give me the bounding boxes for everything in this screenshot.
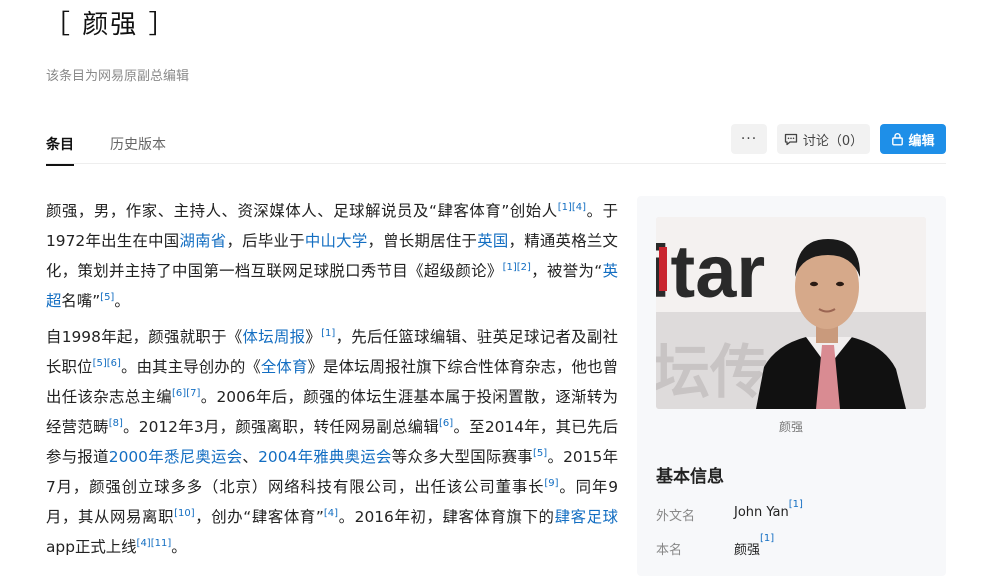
portrait-photo[interactable]: itar 坛传 (656, 217, 926, 409)
citation[interactable]: [4] (137, 538, 151, 549)
text-span: ，被誉为“ (530, 262, 603, 280)
citation[interactable]: [1] (558, 202, 572, 213)
text-span: ，后毕业于 (226, 232, 305, 250)
citation[interactable]: [6] (172, 388, 186, 399)
info-value: 颜强 (734, 543, 761, 558)
link-athens-olympics[interactable]: 2004年雅典奥运会 (258, 448, 392, 466)
citation[interactable]: [4] (572, 202, 586, 213)
page-subtitle: 该条目为网易原副总编辑 (46, 69, 190, 84)
edit-label: 编辑 (908, 133, 935, 149)
citation[interactable]: [2] (517, 262, 531, 273)
citation[interactable]: [5] (533, 448, 547, 459)
discuss-label: 讨论（0） (802, 133, 864, 149)
link-all-sports[interactable]: 全体育 (261, 358, 308, 376)
photo-caption: 颜强 (778, 420, 803, 434)
text-span: 自1998年起，颜强就职于《 (46, 328, 243, 346)
info-key: 本名 (656, 543, 683, 558)
info-row-foreign-name: 外文名 John Yan [1] (656, 500, 803, 525)
more-button[interactable]: ··· (731, 124, 767, 154)
link-uk[interactable]: 英国 (477, 232, 508, 250)
citation[interactable]: [5] (93, 358, 107, 369)
backdrop-logo-text-2: 坛传 (656, 338, 768, 406)
text-span: 。2012年3月，颜强离职，转任网易副总编辑 (122, 418, 440, 436)
citation[interactable]: [8] (109, 418, 123, 429)
text-span: 、 (242, 448, 259, 466)
page-title: ［ 颜强 ］ (44, 10, 177, 40)
edit-button[interactable]: 编辑 (880, 124, 946, 154)
citation[interactable]: [1] (760, 534, 774, 558)
text-span: app正式上线 (46, 538, 137, 556)
citation[interactable]: [1] (503, 262, 517, 273)
info-value: John Yan (734, 505, 789, 520)
info-row-real-name: 本名 颜强 [1] (656, 534, 774, 559)
speech-bubble-icon (784, 133, 798, 145)
text-span: 。由其主导创办的《 (120, 358, 261, 376)
citation[interactable]: [6] (107, 358, 121, 369)
article-body: 颜强，男，作家、主持人、资深媒体人、足球解说员及“肆客体育”创始人[1][4]。… (46, 196, 618, 568)
citation[interactable]: [5] (100, 292, 114, 303)
text-span: ，创办“肆客体育” (194, 508, 324, 526)
text-span: ，曾长期居住于 (367, 232, 478, 250)
citation[interactable]: [9] (544, 478, 558, 489)
text-span: 》 (305, 328, 322, 346)
link-sysu[interactable]: 中山大学 (305, 232, 368, 250)
citation[interactable]: [7] (186, 388, 200, 399)
text-span: 颜强，男，作家、主持人、资深媒体人、足球解说员及“肆客体育”创始人 (46, 202, 558, 220)
citation[interactable]: [11] (151, 538, 172, 549)
link-4k-football[interactable]: 肆客足球 (555, 508, 618, 526)
lock-icon (892, 133, 904, 146)
text-span: 。 (114, 292, 130, 310)
text-span: 名嘴” (61, 292, 101, 310)
info-key: 外文名 (656, 509, 696, 524)
paragraph-career: 自1998年起，颜强就职于《体坛周报》[1]，先后任篮球编辑、驻英足球记者及副社… (46, 322, 618, 562)
citation[interactable]: [1] (321, 328, 335, 339)
citation[interactable]: [1] (789, 500, 803, 524)
tab-bar: 条目 历史版本 (46, 134, 166, 166)
discuss-button[interactable]: 讨论（0） (777, 124, 870, 154)
tab-history[interactable]: 历史版本 (110, 134, 166, 166)
backdrop-logo-text: itar (656, 230, 765, 313)
citation[interactable]: [6] (439, 418, 453, 429)
text-span: 。2016年初，肆客体育旗下的 (338, 508, 555, 526)
more-label: ··· (740, 131, 758, 147)
citation[interactable]: [4] (324, 508, 338, 519)
link-titan-sports[interactable]: 体坛周报 (243, 328, 306, 346)
link-hunan[interactable]: 湖南省 (179, 232, 226, 250)
tab-entry[interactable]: 条目 (46, 134, 74, 166)
citation[interactable]: [10] (174, 508, 195, 519)
infobox-title: 基本信息 (656, 467, 724, 487)
portrait-image: itar 坛传 (656, 217, 926, 409)
tab-divider (46, 163, 946, 164)
text-span: 。 (171, 538, 187, 556)
link-sydney-olympics[interactable]: 2000年悉尼奥运会 (109, 448, 243, 466)
paragraph-intro: 颜强，男，作家、主持人、资深媒体人、足球解说员及“肆客体育”创始人[1][4]。… (46, 196, 618, 316)
text-span: 等众多大型国际赛事 (391, 448, 533, 466)
